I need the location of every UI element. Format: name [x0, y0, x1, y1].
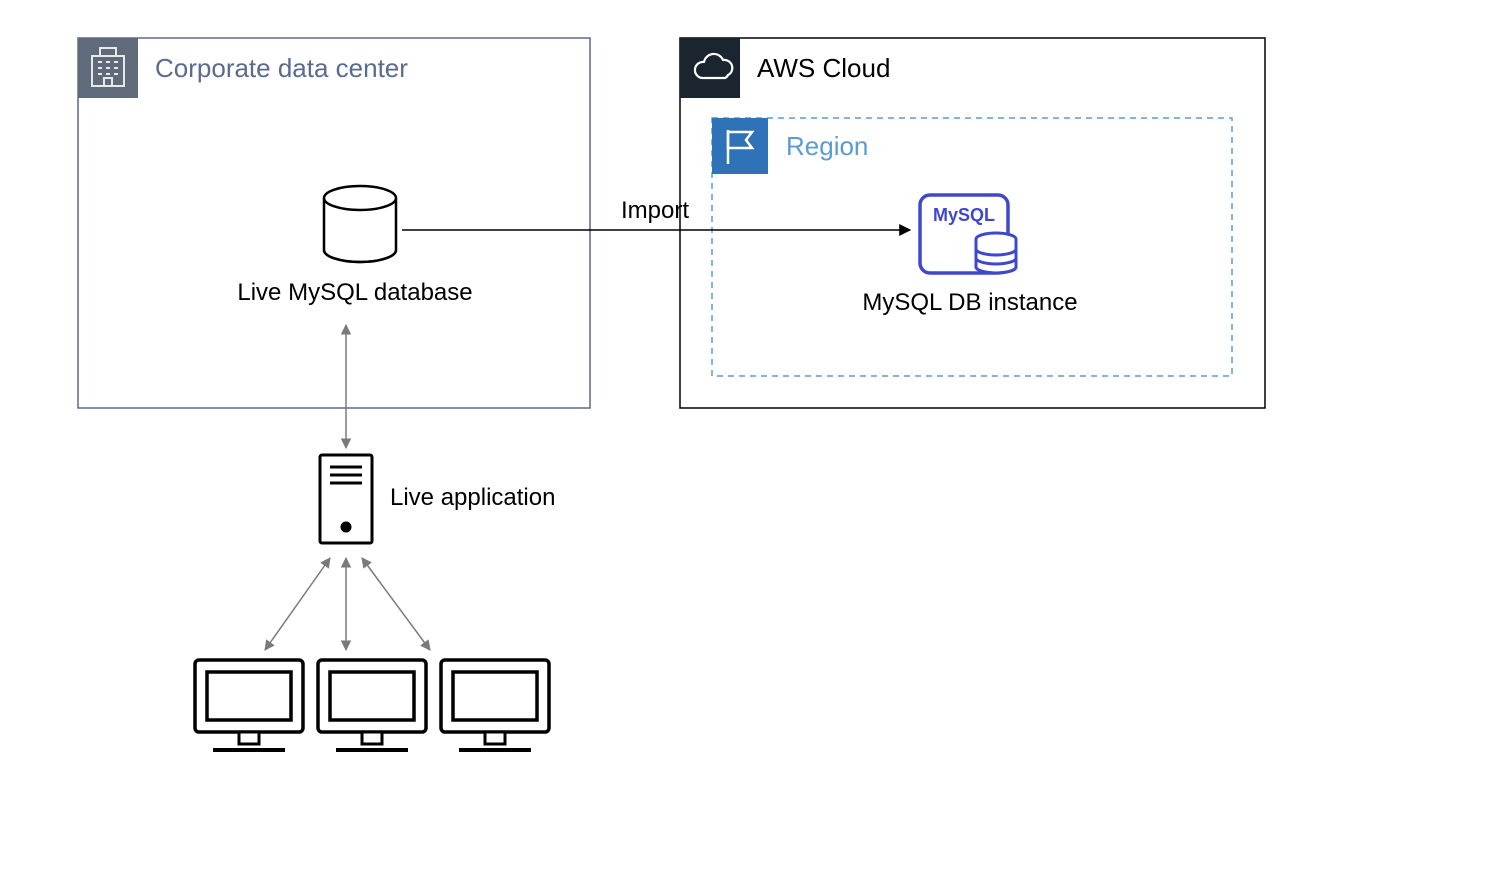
client-icon — [195, 660, 303, 750]
rds-mysql-icon: MySQL — [920, 195, 1016, 273]
arrow-app-client-3 — [362, 558, 430, 650]
rds-badge: MySQL — [933, 205, 995, 225]
arrow-app-client-1 — [265, 558, 330, 650]
client-icon — [318, 660, 426, 750]
aws-title: AWS Cloud — [757, 53, 890, 83]
region-box: Region — [712, 118, 1232, 376]
region-title: Region — [786, 131, 868, 161]
database-label: Live MySQL database — [237, 279, 472, 306]
arrow-import-label: Import — [621, 197, 689, 224]
rds-label: MySQL DB instance — [862, 289, 1077, 316]
database-icon — [324, 186, 396, 262]
corporate-data-center-box: Corporate data center — [78, 38, 590, 408]
corporate-title: Corporate data center — [155, 53, 408, 83]
app-label: Live application — [390, 484, 555, 511]
client-icon — [441, 660, 549, 750]
server-icon — [320, 455, 372, 543]
architecture-diagram: Corporate data center Live MySQL databas… — [0, 0, 1500, 888]
